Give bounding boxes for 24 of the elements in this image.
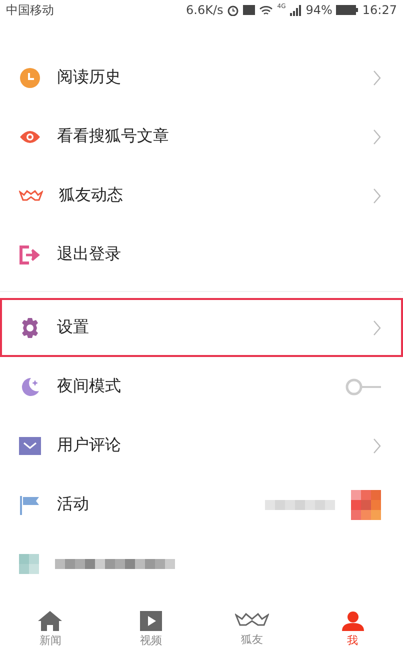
tab[interactable]: 视频	[100, 604, 202, 654]
menu-item[interactable]: 狐友动态	[0, 166, 403, 225]
battery-percent: 94%	[306, 3, 332, 17]
tab[interactable]: 狐友	[202, 604, 302, 654]
menu-item[interactable]: 活动	[0, 475, 403, 534]
menu-item[interactable]: 夜间模式	[0, 357, 403, 416]
tab[interactable]: 我	[302, 604, 403, 654]
menu-item[interactable]: 看看搜狐号文章	[0, 107, 403, 166]
menu-item[interactable]: 阅读历史	[0, 48, 403, 107]
menu-label: 夜间模式	[57, 376, 121, 397]
clock-time: 16:27	[362, 3, 397, 17]
menu-label: 活动	[57, 494, 89, 515]
network-speed: 6.6K/s	[186, 3, 224, 17]
menu-label: 退出登录	[57, 244, 121, 265]
carrier-name: 中国移动	[6, 2, 54, 18]
menu-label: 阅读历史	[57, 67, 121, 88]
menu-item[interactable]: 用户评论	[0, 416, 403, 475]
tab[interactable]: 新闻	[0, 604, 101, 654]
menu-label: 看看搜狐号文章	[57, 126, 169, 147]
menu-label: 用户评论	[57, 435, 121, 456]
highlighted-menu-item[interactable]: 设置	[0, 298, 403, 357]
menu-item[interactable]: 退出登录	[0, 225, 403, 284]
menu-label: 设置	[57, 317, 89, 338]
menu-label: 狐友动态	[59, 185, 123, 206]
